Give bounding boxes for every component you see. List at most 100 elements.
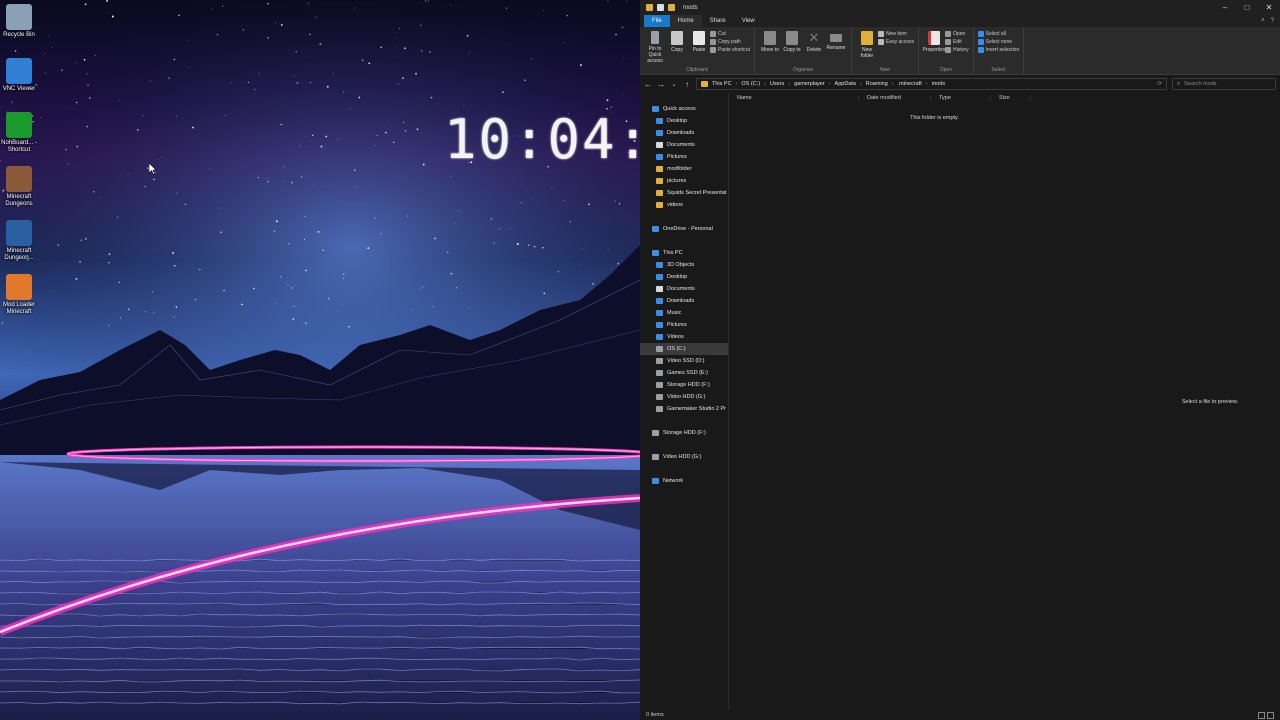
nav-item[interactable]: Documents	[640, 283, 728, 295]
nav-item[interactable]: Documents	[640, 139, 728, 151]
copy-button[interactable]: Copy	[666, 29, 688, 64]
tab-view[interactable]: View	[734, 15, 763, 27]
nav-item[interactable]: Video HDD (G:)	[640, 451, 728, 463]
refresh-icon[interactable]: ⟳	[1157, 81, 1166, 87]
cut-button[interactable]: Cut	[710, 31, 750, 37]
nav-item[interactable]: Video SSD (D:)	[640, 355, 728, 367]
nav-item[interactable]: Storage HDD (F:)	[640, 379, 728, 391]
breadcrumb-segment[interactable]: mods	[932, 81, 945, 87]
nav-item[interactable]: Games SSD (E:)	[640, 367, 728, 379]
star	[322, 249, 324, 252]
address-bar[interactable]: This PC › OS (C:) › Users › gamerplayer › AppDat…	[696, 78, 1167, 90]
nav-item[interactable]: Storage HDD (F:)	[640, 427, 728, 439]
invert-selection-button[interactable]: Invert selection	[977, 47, 1019, 53]
new-item-button[interactable]: New item	[877, 31, 914, 37]
details-view-icon[interactable]	[1258, 711, 1265, 719]
select-none-button[interactable]: Select none	[977, 39, 1020, 45]
column-size[interactable]: Size	[991, 95, 1031, 101]
nav-item[interactable]: Videos	[640, 331, 728, 343]
title-bar[interactable]: mods – □ ✕	[640, 0, 1280, 15]
nav-item[interactable]: This PC	[640, 247, 728, 259]
star	[188, 329, 189, 330]
nav-item[interactable]: OneDrive - Personal	[640, 223, 728, 235]
breadcrumb-segment[interactable]: Roaming	[866, 81, 888, 87]
paste-shortcut-button[interactable]: Paste shortcut	[710, 47, 750, 53]
column-type[interactable]: Type	[931, 95, 991, 101]
chevron-right-icon[interactable]: ›	[829, 81, 831, 87]
breadcrumb-segment[interactable]: .minecraft	[898, 81, 922, 87]
open-button[interactable]: Open	[945, 31, 969, 37]
maximize-button[interactable]: □	[1236, 3, 1258, 12]
breadcrumb-segment[interactable]: Users	[770, 81, 784, 87]
close-button[interactable]: ✕	[1258, 3, 1280, 12]
breadcrumb-segment[interactable]: This PC	[712, 81, 732, 87]
forward-arrow-icon[interactable]: →	[657, 80, 665, 89]
breadcrumb-segment[interactable]: gamerplayer	[794, 81, 825, 87]
properties-qat-icon[interactable]	[657, 4, 664, 11]
select-all-button[interactable]: Select all	[977, 31, 1020, 37]
nav-item[interactable]: videos	[640, 199, 728, 211]
nav-item[interactable]: Video HDD (G:)	[640, 391, 728, 403]
chevron-right-icon[interactable]: ›	[892, 81, 894, 87]
help-icon[interactable]: ?	[1271, 15, 1274, 27]
nav-item[interactable]: Gamemaker Studio 2 Pr	[640, 403, 728, 415]
star	[86, 73, 88, 75]
nav-item[interactable]: Pictures	[640, 319, 728, 331]
nav-item[interactable]: OS (C:)	[640, 343, 728, 355]
file-list-pane[interactable]: Name Date modified Type Size This folder…	[729, 93, 1280, 710]
nav-item[interactable]: Squids Secret Presentat	[640, 187, 728, 199]
delete-button[interactable]: ✕ Delete	[803, 29, 825, 64]
new-folder-qat-icon[interactable]	[668, 4, 675, 11]
nav-item[interactable]: Downloads	[640, 127, 728, 139]
nav-item[interactable]: Desktop	[640, 271, 728, 283]
nav-item[interactable]: Music	[640, 307, 728, 319]
desktop-icon-2[interactable]: NohBoard... - Shortcut	[0, 112, 38, 154]
copy-path-button[interactable]: Copy path	[710, 39, 750, 45]
edit-button[interactable]: Edit	[945, 39, 969, 45]
nav-item[interactable]: 3D Objects	[640, 259, 728, 271]
chevron-right-icon[interactable]: ›	[764, 81, 766, 87]
recent-locations-icon[interactable]: ⌄	[670, 81, 678, 88]
nav-item[interactable]: modfolder	[640, 163, 728, 175]
paste-button[interactable]: Paste	[688, 29, 710, 64]
column-date-modified[interactable]: Date modified	[859, 95, 931, 101]
rename-button[interactable]: Rename	[825, 29, 847, 64]
chevron-right-icon[interactable]: ›	[736, 81, 738, 87]
breadcrumb-segment[interactable]: OS (C:)	[741, 81, 760, 87]
nav-item[interactable]: Downloads	[640, 295, 728, 307]
easy-access-button[interactable]: Easy access	[877, 39, 914, 45]
nav-item[interactable]: Pictures	[640, 151, 728, 163]
nav-item[interactable]: Network	[640, 475, 728, 487]
breadcrumb-segment[interactable]: AppData	[835, 81, 856, 87]
properties-button[interactable]: Properties	[923, 29, 945, 64]
desktop-icon-1[interactable]: VNC Viewer	[0, 58, 38, 93]
collapse-ribbon-icon[interactable]: ˄	[1261, 15, 1265, 27]
desktop-icon-0[interactable]: Recycle Bin	[0, 4, 38, 39]
chevron-right-icon[interactable]: ›	[926, 81, 928, 87]
search-box[interactable]: ⌕ Search mods	[1172, 78, 1276, 90]
history-button[interactable]: History	[945, 47, 969, 53]
nav-item[interactable]: pictures	[640, 175, 728, 187]
desktop-icon-3[interactable]: Minecraft Dungeons	[0, 166, 38, 208]
copy-to-button[interactable]: Copy to	[781, 29, 803, 64]
move-to-button[interactable]: Move to	[759, 29, 781, 64]
new-folder-button[interactable]: New folder	[856, 29, 878, 64]
chevron-right-icon[interactable]: ›	[860, 81, 862, 87]
column-name[interactable]: Name	[729, 95, 859, 101]
large-icons-view-icon[interactable]	[1267, 711, 1274, 719]
back-arrow-icon[interactable]: ←	[644, 80, 652, 89]
desktop-clock: 10:04:	[444, 108, 640, 171]
chevron-right-icon[interactable]: ›	[788, 81, 790, 87]
up-arrow-icon[interactable]: ↑	[683, 80, 691, 89]
nav-item[interactable]: Quick access	[640, 103, 728, 115]
star	[505, 44, 507, 46]
minimize-button[interactable]: –	[1214, 3, 1236, 12]
desktop-icon-4[interactable]: Minecraft Dungeon...	[0, 220, 38, 262]
nav-item[interactable]: Desktop	[640, 115, 728, 127]
desktop-icon-5[interactable]: Mod Loader Minecraft	[0, 274, 38, 316]
pin-quick-access-button[interactable]: Pin to Quick access	[644, 29, 666, 64]
tab-share[interactable]: Share	[702, 15, 734, 27]
tab-file[interactable]: File	[644, 15, 670, 27]
tab-home[interactable]: Home	[669, 15, 702, 27]
